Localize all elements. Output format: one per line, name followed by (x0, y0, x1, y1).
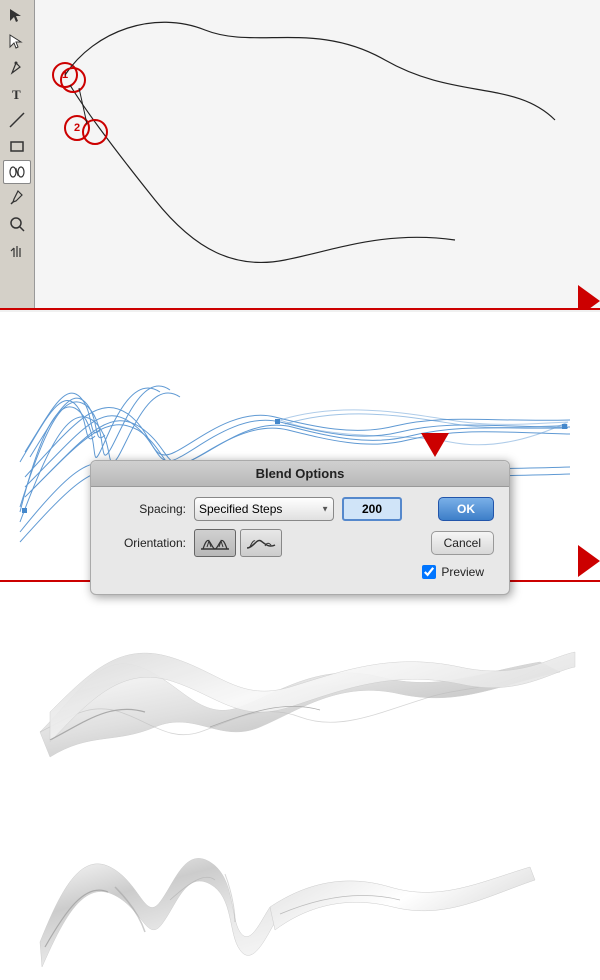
spacing-select-wrapper: Specified Steps Specified Distance Smoot… (194, 497, 334, 521)
orient-path-icon (245, 533, 277, 553)
svg-text:T: T (12, 87, 21, 102)
orientation-icons (194, 529, 282, 557)
toolbar: T (0, 0, 35, 310)
preview-label: Preview (441, 565, 484, 579)
dialog-body: Spacing: Specified Steps Specified Dista… (91, 487, 509, 584)
tool-direct-select[interactable] (3, 30, 31, 54)
ribbon-1-svg (20, 612, 580, 767)
tool-zoom[interactable] (3, 212, 31, 236)
dialog-title-bar: Blend Options (91, 461, 509, 487)
tool-select[interactable] (3, 4, 31, 28)
orientation-row: Orientation: (106, 529, 494, 557)
section-top: T 1 2 (0, 0, 600, 310)
blend-options-dialog: Blend Options Spacing: Specified Steps S… (90, 460, 510, 595)
cancel-wrapper: Cancel (431, 531, 494, 555)
orientation-label: Orientation: (106, 536, 186, 550)
tool-line[interactable] (3, 108, 31, 132)
spacing-row: Spacing: Specified Steps Specified Dista… (106, 497, 494, 521)
cancel-button[interactable]: Cancel (431, 531, 494, 555)
ribbon-2-svg (30, 792, 550, 977)
orient-align-page[interactable] (194, 529, 236, 557)
dialog-title: Blend Options (256, 466, 345, 481)
dialog-overlay: Blend Options Spacing: Specified Steps S… (0, 460, 600, 595)
tool-pen[interactable] (3, 56, 31, 80)
orient-page-icon (199, 533, 231, 553)
tool-blend[interactable] (3, 160, 31, 184)
arrow-right-1 (578, 285, 600, 310)
preview-checkbox[interactable] (422, 565, 436, 579)
preview-row: Preview (106, 565, 494, 579)
section-bottom (0, 582, 600, 980)
spacing-label: Spacing: (106, 502, 186, 516)
tool-hand[interactable] (3, 238, 31, 262)
tool-type[interactable]: T (3, 82, 31, 106)
ok-button[interactable]: OK (438, 497, 494, 521)
tool-eyedropper[interactable] (3, 186, 31, 210)
spacing-dropdown[interactable]: Specified Steps Specified Distance Smoot… (194, 497, 334, 521)
steps-input[interactable] (342, 497, 402, 521)
orient-align-path[interactable] (240, 529, 282, 557)
arrow-down-dialog (421, 433, 449, 457)
tool-rect[interactable] (3, 134, 31, 158)
canvas-top-svg (35, 0, 600, 310)
